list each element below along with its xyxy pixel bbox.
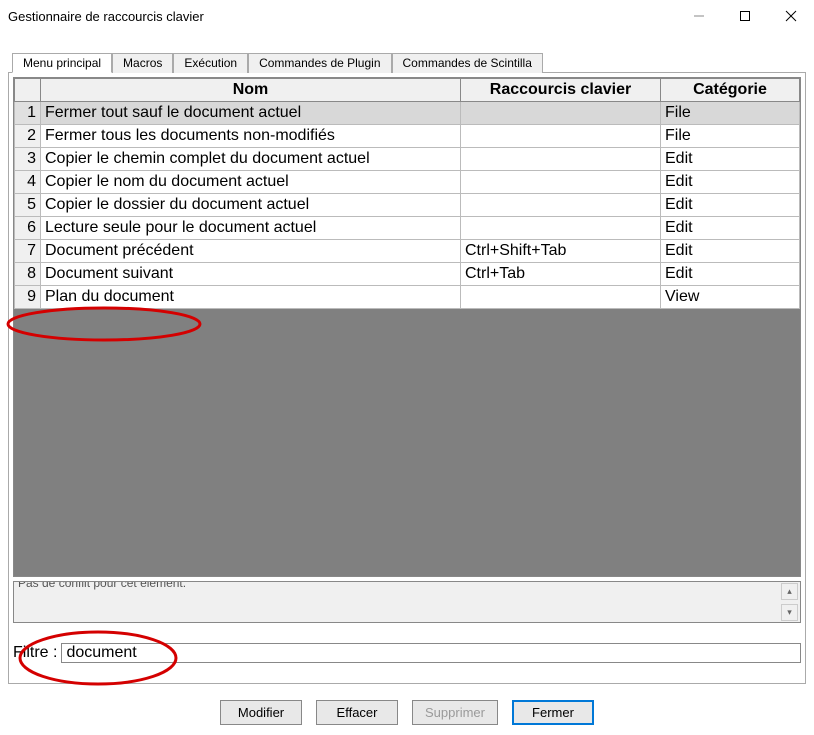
tab-strip: Menu principalMacrosExécutionCommandes d… bbox=[12, 52, 814, 72]
status-box: Pas de conflit pour cet élément. ▴ ▾ bbox=[13, 581, 801, 623]
cell-name: Fermer tous les documents non-modifiés bbox=[41, 125, 461, 148]
cell-shortcut bbox=[461, 148, 661, 171]
table-row[interactable]: 5Copier le dossier du document actuel Edi… bbox=[15, 194, 800, 217]
table-row[interactable]: 3Copier le chemin complet du document ac… bbox=[15, 148, 800, 171]
status-area: Pas de conflit pour cet élément. ▴ ▾ bbox=[13, 581, 801, 623]
tab-1[interactable]: Macros bbox=[112, 53, 173, 73]
tab-2[interactable]: Exécution bbox=[173, 53, 248, 73]
row-number: 4 bbox=[15, 171, 41, 194]
table-row[interactable]: 4Copier le nom du document actuel Edit bbox=[15, 171, 800, 194]
row-number: 1 bbox=[15, 102, 41, 125]
main-panel: Nom Raccourcis clavier Catégorie 1Fermer… bbox=[8, 72, 806, 684]
name-header[interactable]: Nom bbox=[41, 79, 461, 102]
cell-category: Edit bbox=[661, 217, 800, 240]
table-row[interactable]: 6Lecture seule pour le document actuel Ed… bbox=[15, 217, 800, 240]
table-row[interactable]: 2Fermer tous les documents non-modifiés F… bbox=[15, 125, 800, 148]
shortcuts-table: Nom Raccourcis clavier Catégorie 1Fermer… bbox=[14, 78, 800, 309]
titlebar: Gestionnaire de raccourcis clavier bbox=[0, 0, 814, 32]
cell-name: Plan du document bbox=[41, 286, 461, 309]
table-header-row: Nom Raccourcis clavier Catégorie bbox=[15, 79, 800, 102]
cell-shortcut bbox=[461, 171, 661, 194]
row-number: 3 bbox=[15, 148, 41, 171]
window-controls bbox=[676, 0, 814, 32]
cell-shortcut: Ctrl+Shift+Tab bbox=[461, 240, 661, 263]
row-number: 2 bbox=[15, 125, 41, 148]
cell-name: Copier le nom du document actuel bbox=[41, 171, 461, 194]
cell-shortcut bbox=[461, 102, 661, 125]
button-row: Modifier Effacer Supprimer Fermer bbox=[0, 700, 814, 725]
cell-shortcut bbox=[461, 286, 661, 309]
table-row[interactable]: 7Document précédentCtrl+Shift+TabEdit bbox=[15, 240, 800, 263]
cell-name: Copier le chemin complet du document act… bbox=[41, 148, 461, 171]
row-number: 5 bbox=[15, 194, 41, 217]
cell-name: Document suivant bbox=[41, 263, 461, 286]
cell-shortcut bbox=[461, 125, 661, 148]
status-text: Pas de conflit pour cet élément. bbox=[18, 581, 780, 590]
minimize-button[interactable] bbox=[676, 0, 722, 32]
tab-0[interactable]: Menu principal bbox=[12, 53, 112, 73]
window-title: Gestionnaire de raccourcis clavier bbox=[8, 9, 204, 24]
cell-category: Edit bbox=[661, 263, 800, 286]
table-row[interactable]: 1Fermer tout sauf le document actuel File bbox=[15, 102, 800, 125]
cell-shortcut bbox=[461, 217, 661, 240]
cell-shortcut: Ctrl+Tab bbox=[461, 263, 661, 286]
cell-category: File bbox=[661, 125, 800, 148]
row-number: 7 bbox=[15, 240, 41, 263]
clear-button[interactable]: Effacer bbox=[316, 700, 398, 725]
cell-category: File bbox=[661, 102, 800, 125]
maximize-button[interactable] bbox=[722, 0, 768, 32]
cell-name: Lecture seule pour le document actuel bbox=[41, 217, 461, 240]
rownum-header[interactable] bbox=[15, 79, 41, 102]
cell-category: Edit bbox=[661, 148, 800, 171]
tab-3[interactable]: Commandes de Plugin bbox=[248, 53, 391, 73]
close-dialog-button[interactable]: Fermer bbox=[512, 700, 594, 725]
filter-row: Filtre : bbox=[13, 643, 801, 663]
table-row[interactable]: 9Plan du document View bbox=[15, 286, 800, 309]
row-number: 9 bbox=[15, 286, 41, 309]
filter-label: Filtre : bbox=[13, 644, 57, 662]
row-number: 6 bbox=[15, 217, 41, 240]
category-header[interactable]: Catégorie bbox=[661, 79, 800, 102]
scroll-up-icon[interactable]: ▴ bbox=[781, 583, 798, 600]
table-row[interactable]: 8Document suivantCtrl+TabEdit bbox=[15, 263, 800, 286]
filter-input[interactable] bbox=[61, 643, 801, 663]
row-number: 8 bbox=[15, 263, 41, 286]
cell-category: View bbox=[661, 286, 800, 309]
scroll-down-icon[interactable]: ▾ bbox=[781, 604, 798, 621]
cell-category: Edit bbox=[661, 194, 800, 217]
modify-button[interactable]: Modifier bbox=[220, 700, 302, 725]
cell-name: Copier le dossier du document actuel bbox=[41, 194, 461, 217]
delete-button: Supprimer bbox=[412, 700, 498, 725]
cell-shortcut bbox=[461, 194, 661, 217]
close-button[interactable] bbox=[768, 0, 814, 32]
cell-name: Fermer tout sauf le document actuel bbox=[41, 102, 461, 125]
cell-category: Edit bbox=[661, 240, 800, 263]
cell-name: Document précédent bbox=[41, 240, 461, 263]
shortcut-header[interactable]: Raccourcis clavier bbox=[461, 79, 661, 102]
cell-category: Edit bbox=[661, 171, 800, 194]
tab-4[interactable]: Commandes de Scintilla bbox=[392, 53, 543, 73]
shortcuts-table-wrap: Nom Raccourcis clavier Catégorie 1Fermer… bbox=[13, 77, 801, 577]
